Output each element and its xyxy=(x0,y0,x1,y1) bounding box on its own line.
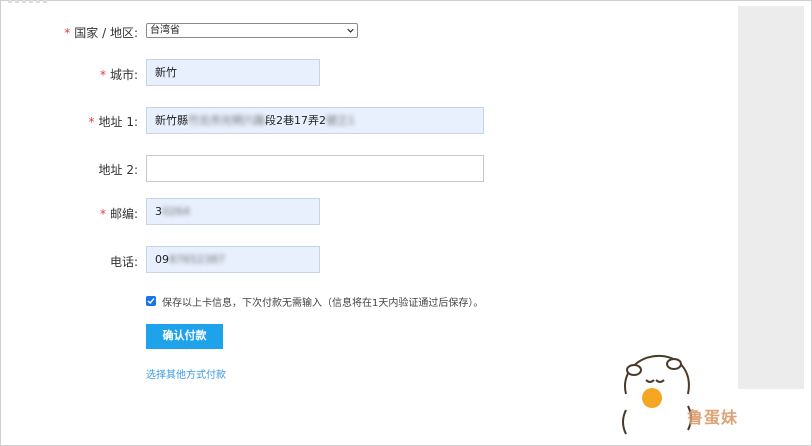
phone-obscured: 87652387 xyxy=(169,253,225,266)
required-mark: * xyxy=(88,115,95,129)
zip-label: * 邮编: xyxy=(99,207,138,221)
phone-input[interactable]: 0987652387 xyxy=(146,246,320,273)
address1-obscured-part-a: 竹北市光明六路 xyxy=(188,114,265,127)
required-mark: * xyxy=(64,26,71,40)
phone-visible: 09 xyxy=(155,253,169,266)
zip-obscured: 0264 xyxy=(162,205,190,218)
address1-visible-mid: 段2巷17弄2 xyxy=(265,114,326,127)
country-select[interactable]: 台湾省 xyxy=(146,23,358,38)
other-payment-link[interactable]: 选择其他方式付款 xyxy=(146,366,226,381)
address1-label: * 地址 1: xyxy=(88,115,139,129)
save-card-text: 保存以上卡信息，下次付款无需输入（信息将在1天内验证通过后保存）。 xyxy=(162,298,484,309)
checkmark-icon xyxy=(147,298,155,305)
city-label: * 城市: xyxy=(99,68,138,82)
top-edge-decoration xyxy=(8,0,48,3)
address1-visible-prefix: 新竹縣 xyxy=(155,114,188,127)
address1-input[interactable]: 新竹縣竹北市光明六路段2巷17弄2號之1 xyxy=(146,107,484,134)
city-input-value: 新竹 xyxy=(155,66,177,79)
chevron-down-icon xyxy=(347,28,354,33)
watermark-text: 鲁蛋妹 xyxy=(687,408,739,427)
address1-obscured-part-b: 號之1 xyxy=(326,114,355,127)
required-mark: * xyxy=(99,68,106,82)
phone-label: 电话: xyxy=(109,255,138,269)
city-input[interactable]: 新竹 xyxy=(146,59,320,86)
required-mark: * xyxy=(99,207,106,221)
right-side-panel xyxy=(738,6,804,389)
address2-input[interactable] xyxy=(146,155,484,182)
country-select-value: 台湾省 xyxy=(150,25,180,36)
country-label: * 国家 / 地区: xyxy=(64,26,138,40)
zip-input[interactable]: 30264 xyxy=(146,198,320,225)
address2-label: 地址 2: xyxy=(98,163,139,177)
zip-visible: 3 xyxy=(155,205,162,218)
save-card-checkbox[interactable] xyxy=(146,296,156,306)
confirm-payment-button[interactable]: 确认付款 xyxy=(146,324,223,349)
